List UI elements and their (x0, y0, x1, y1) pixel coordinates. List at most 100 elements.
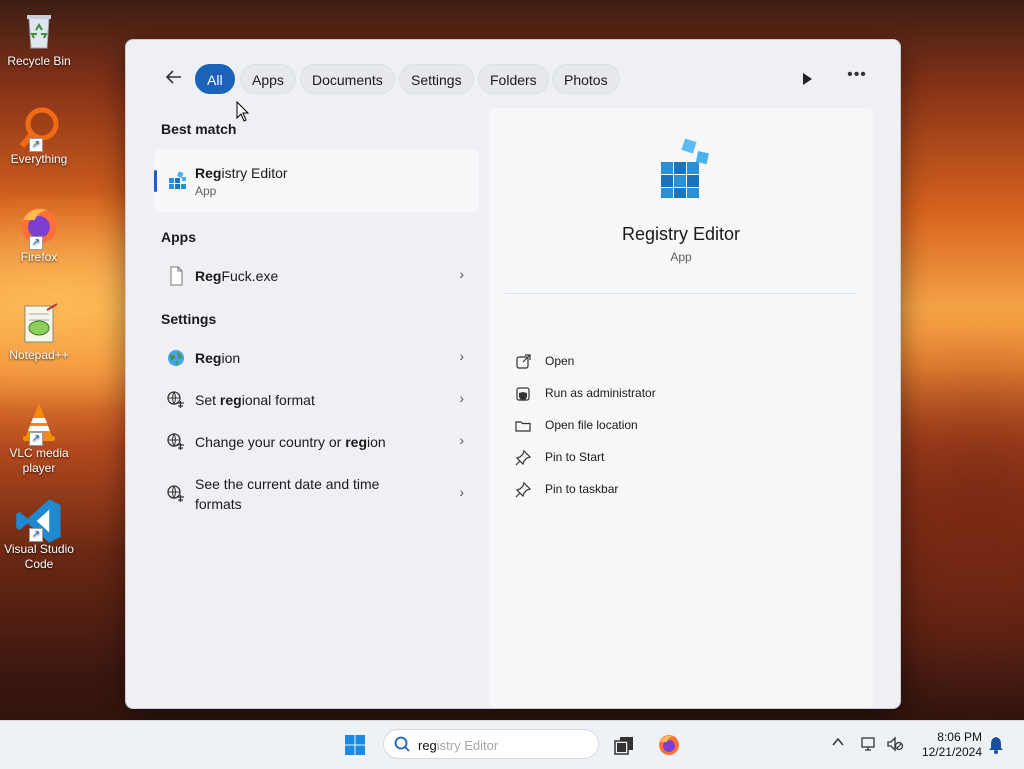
task-view-button[interactable] (613, 734, 635, 756)
setting-result-label: Change your country or region (195, 432, 386, 452)
back-arrow-icon (165, 70, 181, 84)
desktop-icon-recycle-bin[interactable]: Recycle Bin (2, 8, 76, 69)
label-line: See the current date and time (195, 476, 380, 492)
setting-result-region[interactable]: Region › (154, 340, 480, 376)
taskbar: registry Editor 8:06 PM 12/21/2024 (0, 720, 1024, 769)
task-view-icon (614, 737, 633, 755)
taskbar-firefox-button[interactable] (657, 733, 681, 757)
setting-result-label: Region (195, 348, 240, 368)
tab-apps[interactable]: Apps (240, 64, 296, 94)
everything-icon: ↗ (17, 106, 61, 152)
clock[interactable]: 8:06 PM 12/21/2024 (922, 730, 982, 760)
action-pin-to-start[interactable]: Pin to Start (515, 447, 815, 469)
label-part: ion (367, 434, 386, 450)
desktop-icon-label: Code (24, 557, 54, 571)
notifications-button[interactable] (988, 736, 1004, 754)
firefox-icon: ↗ (17, 204, 61, 250)
best-match-type: App (195, 184, 217, 198)
action-pin-to-taskbar[interactable]: Pin to taskbar (515, 479, 815, 501)
desktop-icon-label: player (22, 461, 56, 475)
search-icon (393, 735, 411, 753)
ellipsis-icon: ••• (847, 66, 867, 83)
globe-icon (166, 348, 186, 368)
desktop-icon-label: Firefox (20, 250, 58, 264)
recycle-bin-icon (17, 8, 61, 52)
section-title-apps: Apps (161, 229, 196, 245)
search-input[interactable]: registry Editor (418, 738, 498, 753)
action-run-as-administrator[interactable]: Run as administrator (515, 383, 815, 405)
section-title-settings: Settings (161, 311, 217, 327)
desktop-icon-vlc[interactable]: ↗ VLC media player (2, 400, 76, 476)
chevron-right-icon: › (459, 484, 464, 500)
vlc-icon: ↗ (17, 400, 61, 446)
start-button[interactable] (344, 734, 366, 756)
details-pane: Registry Editor App Open Run as administ… (489, 108, 873, 708)
clock-time: 8:06 PM (937, 730, 982, 744)
setting-result-label: Set regional format (195, 390, 315, 410)
bell-icon (989, 737, 1003, 754)
taskbar-search-box[interactable]: registry Editor (383, 729, 599, 759)
shortcut-arrow-icon: ↗ (29, 528, 43, 542)
mouse-cursor-icon (236, 100, 250, 123)
setting-result-change-country[interactable]: Change your country or region › (154, 424, 480, 460)
desktop-icon-label: VLC media (9, 446, 69, 460)
file-icon (166, 266, 186, 286)
volume-button[interactable] (886, 735, 904, 753)
details-title: Registry Editor (621, 224, 741, 244)
tab-photos[interactable]: Photos (552, 64, 620, 94)
label-part: ion (221, 350, 241, 366)
match-highlight: reg (219, 392, 242, 408)
desktop-icon-label: Recycle Bin (7, 54, 71, 68)
play-button[interactable] (796, 68, 818, 90)
action-label: Run as administrator (545, 386, 656, 400)
pin-icon (515, 449, 532, 466)
setting-result-date-time-formats[interactable]: See the current date and time formats › (154, 466, 480, 522)
windows-logo-icon (345, 735, 365, 755)
label-part: ional format (241, 392, 315, 408)
registry-editor-large-icon (657, 138, 715, 200)
desktop-icon-vscode[interactable]: ↗ Visual Studio Code (2, 496, 76, 572)
back-button[interactable] (162, 67, 186, 91)
action-open-file-location[interactable]: Open file location (515, 415, 815, 437)
show-hidden-icons-button[interactable] (831, 735, 847, 753)
search-panel: All Apps Documents Settings Folders Phot… (125, 39, 901, 709)
tab-folders[interactable]: Folders (478, 64, 549, 94)
more-options-button[interactable]: ••• (846, 64, 868, 86)
desktop-icon-firefox[interactable]: ↗ Firefox (2, 204, 76, 265)
desktop-icon-label: Notepad++ (9, 348, 69, 362)
setting-result-set-regional-format[interactable]: Set regional format › (154, 382, 480, 418)
app-result-regfuck[interactable]: RegFuck.exe › (154, 258, 480, 294)
tab-documents[interactable]: Documents (300, 64, 395, 94)
chevron-right-icon: › (459, 432, 464, 448)
region-format-icon (166, 432, 186, 452)
desktop-icon-notepadpp[interactable]: Notepad++ (2, 302, 76, 363)
firefox-icon (659, 735, 679, 755)
network-icon (861, 737, 875, 751)
vscode-icon: ↗ (16, 496, 61, 543)
setting-result-label: See the current date and time formats (195, 474, 379, 514)
match-highlight: Reg (195, 268, 222, 284)
app-result-name-rest: Fuck.exe (221, 268, 279, 284)
label-part: Change your country or (195, 434, 346, 450)
tab-settings[interactable]: Settings (399, 64, 474, 94)
best-match-result[interactable]: Registry Editor App (154, 150, 479, 212)
clock-date: 12/21/2024 (921, 745, 982, 759)
open-external-icon (515, 354, 531, 370)
action-open[interactable]: Open (515, 351, 815, 373)
network-button[interactable] (860, 735, 878, 753)
volume-muted-icon (887, 736, 904, 752)
shortcut-arrow-icon: ↗ (29, 236, 43, 250)
action-label: Pin to Start (545, 450, 605, 464)
desktop-icon-label: Everything (10, 152, 68, 166)
desktop-icon-everything[interactable]: ↗ Everything (2, 106, 76, 167)
shortcut-arrow-icon: ↗ (29, 138, 43, 152)
action-label: Pin to taskbar (545, 482, 619, 496)
play-icon (803, 73, 812, 85)
folder-icon (515, 418, 531, 434)
tab-all[interactable]: All (195, 64, 235, 94)
chevron-right-icon: › (459, 348, 464, 364)
filter-bar: All Apps Documents Settings Folders Phot… (126, 60, 900, 98)
region-format-icon (166, 390, 186, 410)
registry-editor-icon (166, 170, 188, 192)
chevron-up-icon (832, 737, 844, 746)
